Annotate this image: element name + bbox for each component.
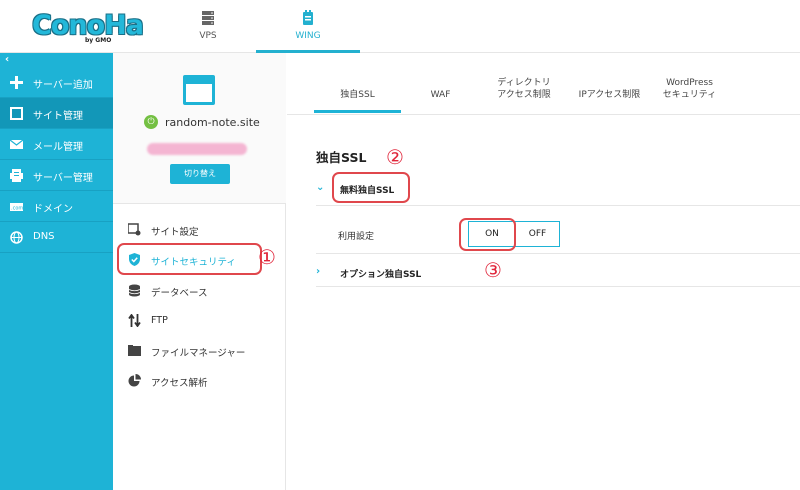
- accordion-label: オプション独自SSL: [340, 270, 422, 280]
- main-sidebar: ‹ サーバー追加 サイト管理 メール管理 サーバー管理 .com ドメイン DN…: [0, 53, 113, 490]
- divider: [316, 205, 800, 206]
- globe-icon: [10, 231, 23, 244]
- divider: [316, 286, 800, 287]
- main-content: 独自SSL WAF ディレクトリ アクセス制限 IPアクセス制限 WordPre…: [287, 53, 800, 490]
- wing-icon: [303, 10, 313, 25]
- sidebar-item-dns[interactable]: DNS: [0, 222, 113, 253]
- nav-vps-label: VPS: [199, 31, 217, 41]
- annotation-number-1: ①: [258, 245, 276, 269]
- server-manage-icon: [10, 169, 23, 182]
- tab-directory-access[interactable]: ディレクトリ アクセス制限: [484, 77, 564, 113]
- pie-chart-icon: [128, 374, 141, 387]
- transfer-icon: [128, 314, 141, 327]
- chevron-right-icon: ›: [316, 266, 321, 277]
- sidebar-item-label: サイト管理: [33, 111, 83, 122]
- nav-wing[interactable]: WING: [256, 0, 360, 53]
- nav-wing-label: WING: [295, 31, 321, 41]
- sidebar-item-mail-manage[interactable]: メール管理: [0, 129, 113, 160]
- sidebar-item-label: サーバー追加: [33, 80, 93, 91]
- sidebar-item-server-manage[interactable]: サーバー管理: [0, 160, 113, 191]
- nav-vps[interactable]: VPS: [156, 0, 260, 52]
- collapse-sidebar-icon[interactable]: ‹: [5, 55, 15, 65]
- sidebar-item-site-manage[interactable]: サイト管理: [0, 98, 113, 129]
- tab-label: IPアクセス制限: [578, 90, 641, 100]
- site-card: ⏻ random-note.site 切り替え: [113, 53, 286, 204]
- menu-file-manager[interactable]: ファイルマネージャー: [113, 336, 286, 364]
- menu-item-label: サイト設定: [151, 227, 199, 238]
- sidebar-item-domain[interactable]: .com ドメイン: [0, 191, 113, 222]
- sidebar-item-add-server[interactable]: サーバー追加: [0, 67, 113, 98]
- usage-setting-label: 利用設定: [338, 232, 375, 242]
- menu-item-label: データベース: [151, 288, 208, 299]
- power-icon: ⏻: [144, 115, 158, 129]
- site-window-icon: [183, 75, 215, 105]
- menu-database[interactable]: データベース: [113, 276, 286, 304]
- section-title: 独自SSL: [316, 150, 367, 165]
- top-header: ConoHa by GMO VPS WING: [0, 0, 800, 53]
- highlight-box-free-ssl: [332, 172, 410, 203]
- tab-label: ディレクトリ: [497, 78, 551, 88]
- menu-ftp[interactable]: FTP: [113, 306, 286, 334]
- sidebar-item-label: DNS: [33, 231, 55, 242]
- annotation-number-3: ③: [484, 258, 502, 282]
- tab-label-line2: セキュリティ: [662, 90, 717, 100]
- switch-site-button[interactable]: 切り替え: [170, 164, 230, 184]
- menu-item-label: アクセス解析: [151, 378, 208, 389]
- tab-wordpress-security[interactable]: WordPress セキュリティ: [652, 77, 727, 113]
- sidebar-item-label: ドメイン: [33, 204, 73, 215]
- annotation-number-2: ②: [386, 145, 404, 169]
- server-icon: [202, 11, 214, 25]
- mail-icon: [10, 139, 23, 149]
- menu-item-label: FTP: [151, 315, 168, 326]
- highlight-box-toggle-on: [459, 218, 516, 251]
- toggle-off-button[interactable]: OFF: [515, 222, 559, 246]
- window-icon: [10, 107, 23, 120]
- tab-ip-access[interactable]: IPアクセス制限: [567, 77, 652, 113]
- database-icon: [128, 284, 141, 297]
- chevron-down-icon: ⌄: [316, 182, 325, 193]
- sidebar-item-label: サーバー管理: [33, 173, 93, 184]
- tab-label: WordPress: [666, 78, 713, 88]
- menu-item-label: ファイルマネージャー: [151, 348, 246, 359]
- sidebar-item-label: メール管理: [33, 142, 83, 153]
- svg-text:.com: .com: [11, 206, 23, 212]
- accordion-option-ssl[interactable]: › オプション独自SSL: [316, 259, 800, 285]
- highlight-box-site-security: [117, 243, 262, 275]
- tab-custom-ssl[interactable]: 独自SSL: [314, 77, 401, 113]
- tab-label: 独自SSL: [340, 90, 375, 100]
- site-settings-icon: [128, 223, 141, 236]
- domain-icon: .com: [10, 203, 23, 212]
- conoha-logo[interactable]: ConoHa by GMO: [32, 10, 144, 46]
- redacted-text: [147, 143, 247, 155]
- logo-subtext: by GMO: [85, 37, 112, 44]
- tab-label-line2: アクセス制限: [497, 90, 551, 100]
- security-tabs: 独自SSL WAF ディレクトリ アクセス制限 IPアクセス制限 WordPre…: [287, 53, 800, 115]
- folder-icon: [128, 345, 141, 356]
- tab-waf[interactable]: WAF: [407, 77, 474, 113]
- site-name: random-note.site: [165, 116, 260, 129]
- site-name-row: ⏻ random-note.site: [113, 115, 286, 131]
- menu-access-analytics[interactable]: アクセス解析: [113, 366, 286, 394]
- menu-site-settings[interactable]: サイト設定: [113, 215, 286, 243]
- divider: [316, 253, 800, 254]
- plus-icon: [10, 76, 23, 89]
- tab-label: WAF: [430, 90, 451, 100]
